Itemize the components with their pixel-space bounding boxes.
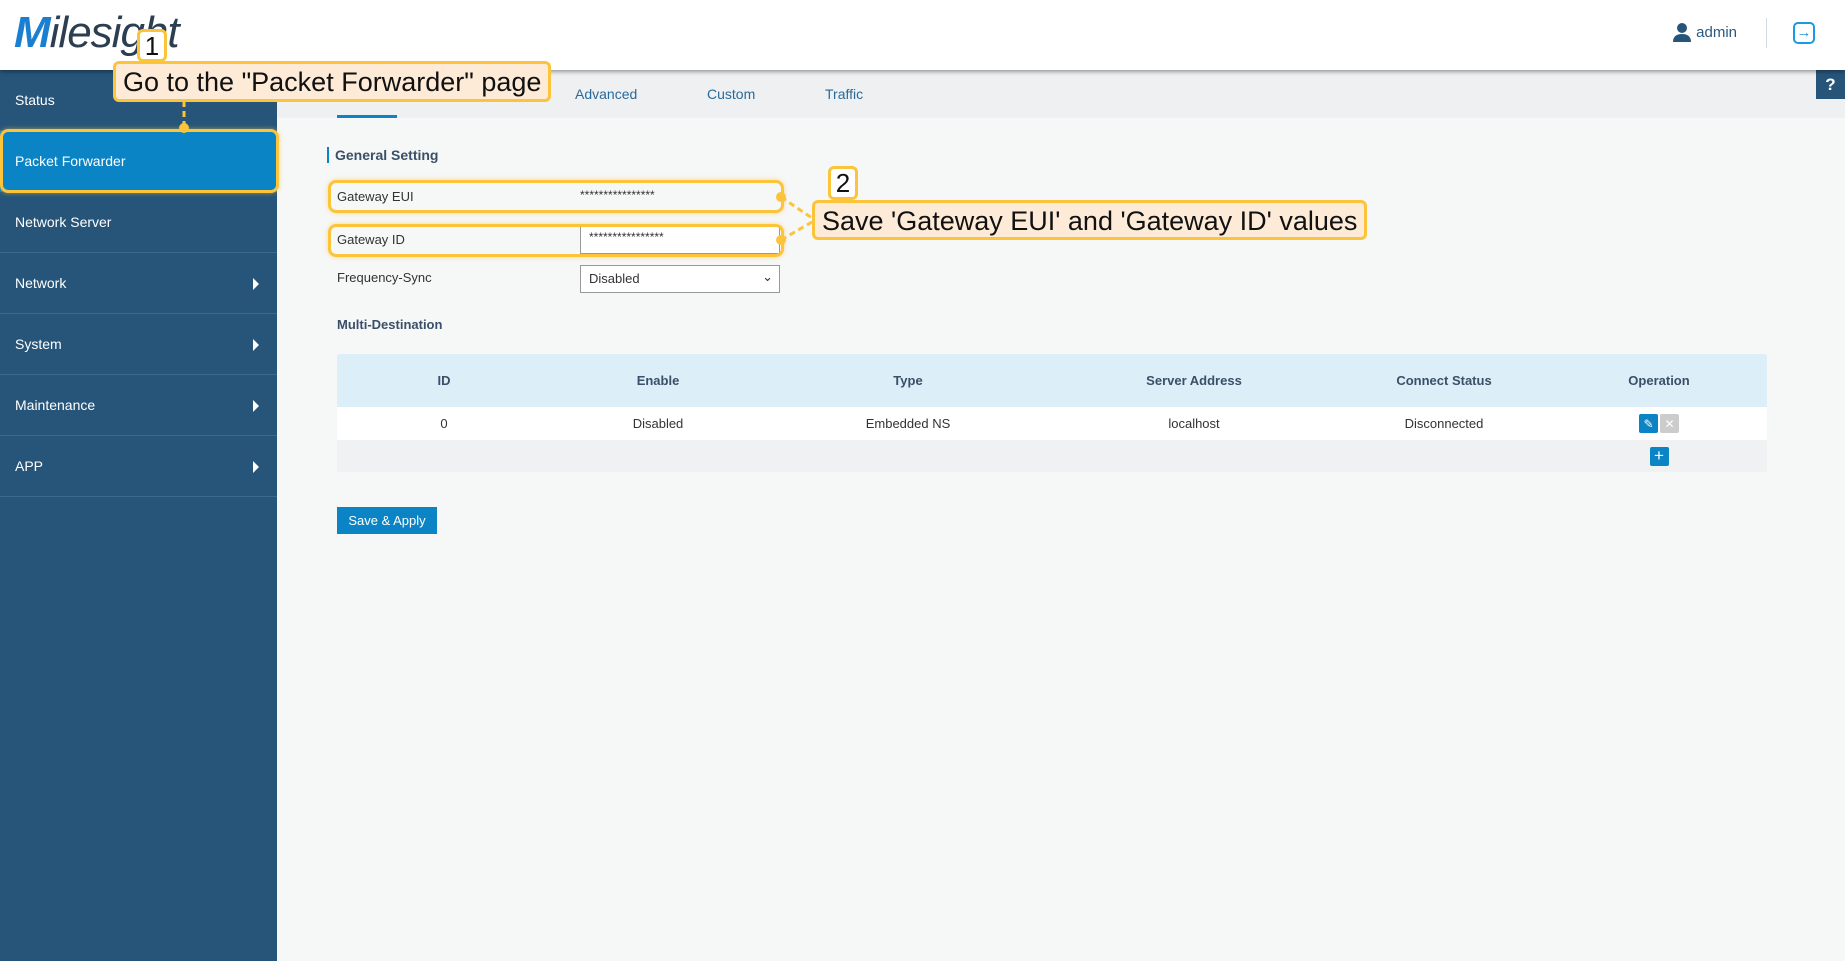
frequency-sync-label: Frequency-Sync [337,270,432,285]
cell-id: 0 [440,416,448,431]
col-type: Type [893,373,923,388]
highlight-packet-forwarder [0,129,279,193]
logout-icon[interactable]: → [1793,22,1815,44]
section-title-multi-destination: Multi-Destination [337,317,443,332]
cell-enable: Disabled [632,416,684,431]
user-menu[interactable]: admin [1672,22,1737,42]
cell-type: Embedded NS [865,416,951,431]
multi-destination-table: ID Enable Type Server Address Connect St… [337,354,1767,472]
caret-right-icon [253,278,259,290]
tab-custom[interactable]: Custom [707,86,755,102]
username: admin [1696,23,1737,41]
delete-icon[interactable]: ✕ [1660,414,1679,433]
save-apply-button[interactable]: Save & Apply [337,507,437,534]
user-icon [1673,23,1692,42]
caret-right-icon [253,339,259,351]
header: Milesight admin → [0,0,1845,70]
sidebar-item-label: APP [15,458,44,474]
step1-badge: 1 [137,29,167,62]
step1-callout: Go to the "Packet Forwarder" page [113,61,552,102]
frequency-sync-select[interactable]: Disabled ⌄ [580,265,780,293]
step2-badge: 2 [828,166,858,200]
table-add-row: + [337,440,1767,472]
col-id: ID [437,373,451,388]
col-enable: Enable [636,373,680,388]
highlight-gateway-id [328,224,784,257]
sidebar-item-label: Status [15,92,55,108]
sidebar-item-system[interactable]: System [0,314,277,375]
tab-traffic[interactable]: Traffic [825,86,863,102]
header-divider [1766,18,1767,48]
sidebar: Status Packet Forwarder Network Server N… [0,70,277,961]
add-icon[interactable]: + [1649,446,1669,466]
caret-right-icon [253,400,259,412]
sidebar-item-label: System [15,336,62,352]
sidebar-item-label: Network [15,275,67,291]
caret-right-icon [253,461,259,473]
sidebar-item-label: Maintenance [15,397,96,413]
table-row: 0 Disabled Embedded NS localhost Disconn… [337,407,1767,440]
cell-connect-status: Disconnected [1404,416,1484,431]
active-tab-indicator[interactable] [337,115,397,118]
step2-callout: Save 'Gateway EUI' and 'Gateway ID' valu… [812,200,1368,240]
col-server-address: Server Address [1146,373,1242,388]
sidebar-item-network-server[interactable]: Network Server [0,192,277,253]
cell-operation: ✎ ✕ [1551,407,1767,440]
sidebar-item-app[interactable]: APP [0,436,277,497]
frequency-sync-value: Disabled [589,271,640,286]
col-connect-status: Connect Status [1396,373,1492,388]
chevron-down-icon: ⌄ [762,269,773,284]
col-operation: Operation [1628,373,1690,388]
sidebar-item-label: Network Server [15,214,112,230]
sidebar-item-network[interactable]: Network [0,253,277,314]
table-header: ID Enable Type Server Address Connect St… [337,354,1767,407]
highlight-gateway-eui [328,180,784,213]
tab-advanced[interactable]: Advanced [575,86,637,102]
sidebar-item-maintenance[interactable]: Maintenance [0,375,277,436]
help-button[interactable]: ? [1816,70,1845,99]
cell-server-address: localhost [1168,416,1220,431]
section-title-general: General Setting [327,147,438,163]
edit-icon[interactable]: ✎ [1639,414,1658,433]
